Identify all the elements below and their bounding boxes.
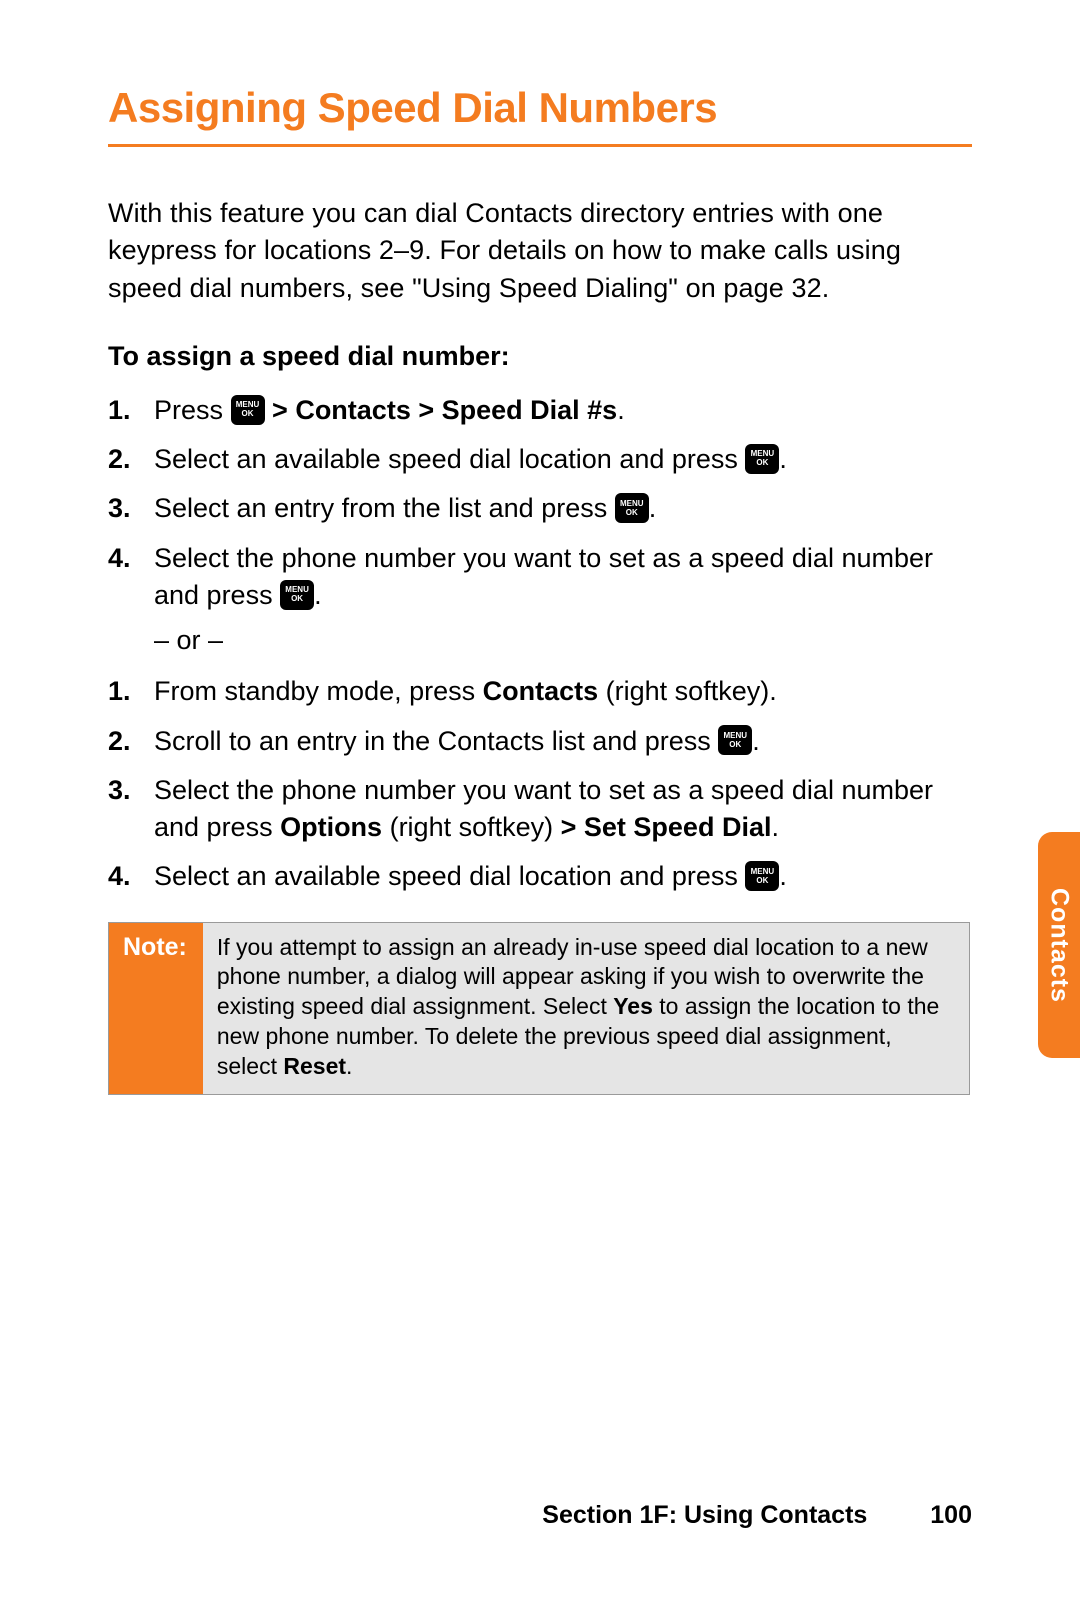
step-number: 2. <box>108 441 131 478</box>
intro-paragraph: With this feature you can dial Contacts … <box>108 195 972 307</box>
steps-primary: 1. Press MENUOK > Contacts > Speed Dial … <box>108 392 972 660</box>
alt-step-2: 2. Scroll to an entry in the Contacts li… <box>154 723 972 760</box>
step-1: 1. Press MENUOK > Contacts > Speed Dial … <box>154 392 972 429</box>
page-footer: Section 1F: Using Contacts 100 <box>542 1501 972 1530</box>
step-text: Select an available speed dial location … <box>154 444 745 474</box>
note-body: If you attempt to assign an already in-u… <box>203 923 969 1094</box>
page-heading: Assigning Speed Dial Numbers <box>108 84 972 147</box>
note-label: Note: <box>109 923 203 1094</box>
step-bold: > Contacts > Speed Dial #s <box>272 395 617 425</box>
step-3: 3. Select an entry from the list and pre… <box>154 490 972 527</box>
menu-ok-key-icon: MENUOK <box>615 493 649 523</box>
step-text: Scroll to an entry in the Contacts list … <box>154 726 718 756</box>
menu-ok-key-icon: MENUOK <box>231 395 265 425</box>
step-number: 2. <box>108 723 131 760</box>
alt-step-1: 1. From standby mode, press Contacts (ri… <box>154 673 972 710</box>
or-separator: – or – <box>154 622 972 659</box>
footer-section: Section 1F: Using Contacts <box>542 1501 867 1529</box>
step-number: 1. <box>108 673 131 710</box>
step-number: 1. <box>108 392 131 429</box>
step-number: 3. <box>108 490 131 527</box>
alt-step-3: 3. Select the phone number you want to s… <box>154 772 972 847</box>
note-box: Note: If you attempt to assign an alread… <box>108 922 970 1095</box>
alt-step-4: 4. Select an available speed dial locati… <box>154 858 972 895</box>
menu-ok-key-icon: MENUOK <box>745 861 779 891</box>
step-text: Select an available speed dial location … <box>154 861 745 891</box>
step-2: 2. Select an available speed dial locati… <box>154 441 972 478</box>
side-tab-contacts: Contacts <box>1038 832 1080 1058</box>
footer-page-number: 100 <box>930 1501 972 1529</box>
menu-ok-key-icon: MENUOK <box>745 444 779 474</box>
step-number: 4. <box>108 540 131 577</box>
side-tab-label: Contacts <box>1045 888 1074 1003</box>
step-number: 3. <box>108 772 131 809</box>
step-4: 4. Select the phone number you want to s… <box>154 540 972 660</box>
step-number: 4. <box>108 858 131 895</box>
step-text: Select an entry from the list and press <box>154 493 615 523</box>
menu-ok-key-icon: MENUOK <box>280 580 314 610</box>
step-text: Press <box>154 395 231 425</box>
subheading-assign: To assign a speed dial number: <box>108 341 972 372</box>
steps-alternate: 1. From standby mode, press Contacts (ri… <box>108 673 972 895</box>
step-text: From standby mode, press <box>154 676 483 706</box>
step-text: Select the phone number you want to set … <box>154 543 933 610</box>
menu-ok-key-icon: MENUOK <box>718 725 752 755</box>
